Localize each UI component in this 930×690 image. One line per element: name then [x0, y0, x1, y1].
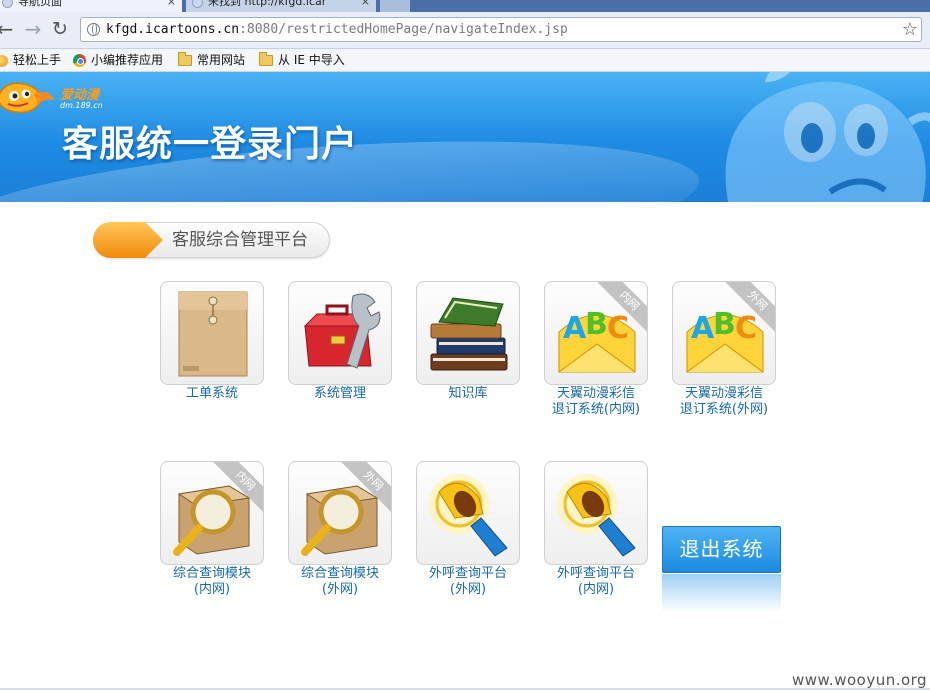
tile-outbound-query-internet[interactable]: 外呼查询平台 (外网)	[386, 461, 520, 601]
bookmark-getting-started[interactable]: 轻松上手	[0, 49, 61, 71]
bookmark-label: 小编推荐应用	[91, 53, 164, 67]
tile-label[interactable]: 天翼动漫彩信 退订系统(外网)	[642, 386, 806, 418]
tile-knowledge-base-box[interactable]	[416, 281, 520, 385]
tab-title: 导航页面	[18, 0, 62, 8]
tile-work-order[interactable]: 工单系统	[130, 281, 264, 421]
section-header: 客服综合管理平台	[93, 222, 330, 258]
tile-general-query-intranet-box[interactable]: 内网	[160, 461, 264, 565]
tile-general-query-internet[interactable]: 外网 综合查询模块 (外网)	[258, 461, 392, 601]
bookmark-import-ie[interactable]: 从 IE 中导入	[259, 49, 345, 71]
bookmark-common-sites[interactable]: 常用网站	[178, 49, 245, 71]
bookmark-label: 常用网站	[197, 53, 246, 67]
url-host: kfgd.icartoons.cn	[106, 22, 240, 37]
mascot-logo-icon	[0, 82, 54, 114]
tile-system-admin[interactable]: 系统管理	[258, 281, 392, 421]
reload-icon[interactable]: ↻	[49, 18, 71, 40]
tile-mms-unsubscribe-internet-box[interactable]: A B C 外网	[672, 281, 776, 385]
toolbox-wrench-icon	[303, 293, 381, 369]
tile-mms-unsubscribe-intranet[interactable]: A B C 内网 天翼动漫彩信 退订系统(内网)	[514, 281, 648, 421]
portal-banner: 爱动漫 dm.189.cn 客服统一登录门户	[0, 72, 930, 202]
new-tab-button[interactable]	[380, 0, 410, 12]
logout-button-reflection	[662, 574, 781, 612]
mascot-character-icon	[725, 72, 930, 202]
svg-text:B: B	[713, 307, 736, 342]
url-path: :8080/restrictedHomePage/navigateIndex.j…	[239, 22, 568, 37]
book-stack-icon	[430, 297, 508, 371]
document-envelope-icon	[178, 291, 248, 377]
forward-arrow-icon[interactable]: →	[22, 18, 44, 40]
logout-button[interactable]: 退出系统	[662, 526, 781, 573]
megaphone-icon	[557, 474, 636, 557]
tile-knowledge-base[interactable]: 知识库	[386, 281, 520, 421]
svg-text:C: C	[735, 311, 757, 346]
browser-toolbar: ← → ↻ kfgd.icartoons.cn:8080/restrictedH…	[0, 12, 930, 49]
svg-text:A: A	[563, 311, 587, 346]
tile-label[interactable]: 外呼查询平台 (内网)	[514, 566, 678, 598]
svg-text:B: B	[585, 307, 608, 342]
tile-outbound-query-intranet[interactable]: 外呼查询平台 (内网)	[514, 461, 648, 601]
tile-outbound-query-internet-box[interactable]	[416, 461, 520, 565]
url-text[interactable]: kfgd.icartoons.cn:8080/restrictedHomePag…	[106, 18, 568, 41]
getting-started-icon	[0, 54, 8, 67]
browser-tab-strip: 导航页面 × 未找到 http://kfgd.icar ×	[0, 0, 930, 12]
svg-text:A: A	[691, 311, 715, 346]
orange-arrow-icon	[93, 222, 163, 258]
megaphone-icon	[429, 474, 508, 557]
bookmark-label: 从 IE 中导入	[278, 53, 345, 67]
tile-outbound-query-intranet-box[interactable]	[544, 461, 648, 565]
folder-icon	[259, 52, 273, 66]
tile-general-query-internet-box[interactable]: 外网	[288, 461, 392, 565]
folder-icon	[178, 52, 192, 66]
bookmark-recommended-apps[interactable]: 小编推荐应用	[73, 49, 163, 71]
bookmark-star-icon[interactable]: ☆	[902, 18, 918, 41]
address-bar[interactable]: kfgd.icartoons.cn:8080/restrictedHomePag…	[80, 17, 922, 42]
watermark: www.wooyun.org	[792, 671, 928, 689]
tile-general-query-intranet[interactable]: 内网 综合查询模块 (内网)	[130, 461, 264, 601]
tab-navigation-page[interactable]: 导航页面 ×	[0, 0, 182, 12]
page-title: 客服统一登录门户	[62, 124, 359, 165]
chrome-logo-icon	[73, 54, 86, 67]
page-favicon-icon	[2, 0, 13, 8]
tile-work-order-box[interactable]	[160, 281, 264, 385]
page-favicon-icon	[192, 0, 203, 8]
tile-mms-unsubscribe-internet[interactable]: A B C 外网 天翼动漫彩信 退订系统(外网)	[642, 281, 776, 421]
tab-close-icon[interactable]: ×	[167, 0, 176, 10]
section-title: 客服综合管理平台	[172, 230, 308, 250]
bookmarks-bar: 轻松上手 小编推荐应用 常用网站 从 IE 中导入	[0, 49, 930, 72]
logo-subtext: dm.189.cn	[60, 101, 103, 110]
globe-icon	[87, 23, 100, 36]
tab-close-icon[interactable]: ×	[361, 0, 370, 10]
bookmark-label: 轻松上手	[13, 53, 62, 67]
tab-not-found[interactable]: 未找到 http://kfgd.icar ×	[186, 0, 376, 12]
back-arrow-icon[interactable]: ←	[0, 18, 16, 40]
tile-mms-unsubscribe-intranet-box[interactable]: A B C 内网	[544, 281, 648, 385]
tile-system-admin-box[interactable]	[288, 281, 392, 385]
tab-title: 未找到 http://kfgd.icar	[208, 0, 327, 8]
svg-text:C: C	[607, 311, 629, 346]
